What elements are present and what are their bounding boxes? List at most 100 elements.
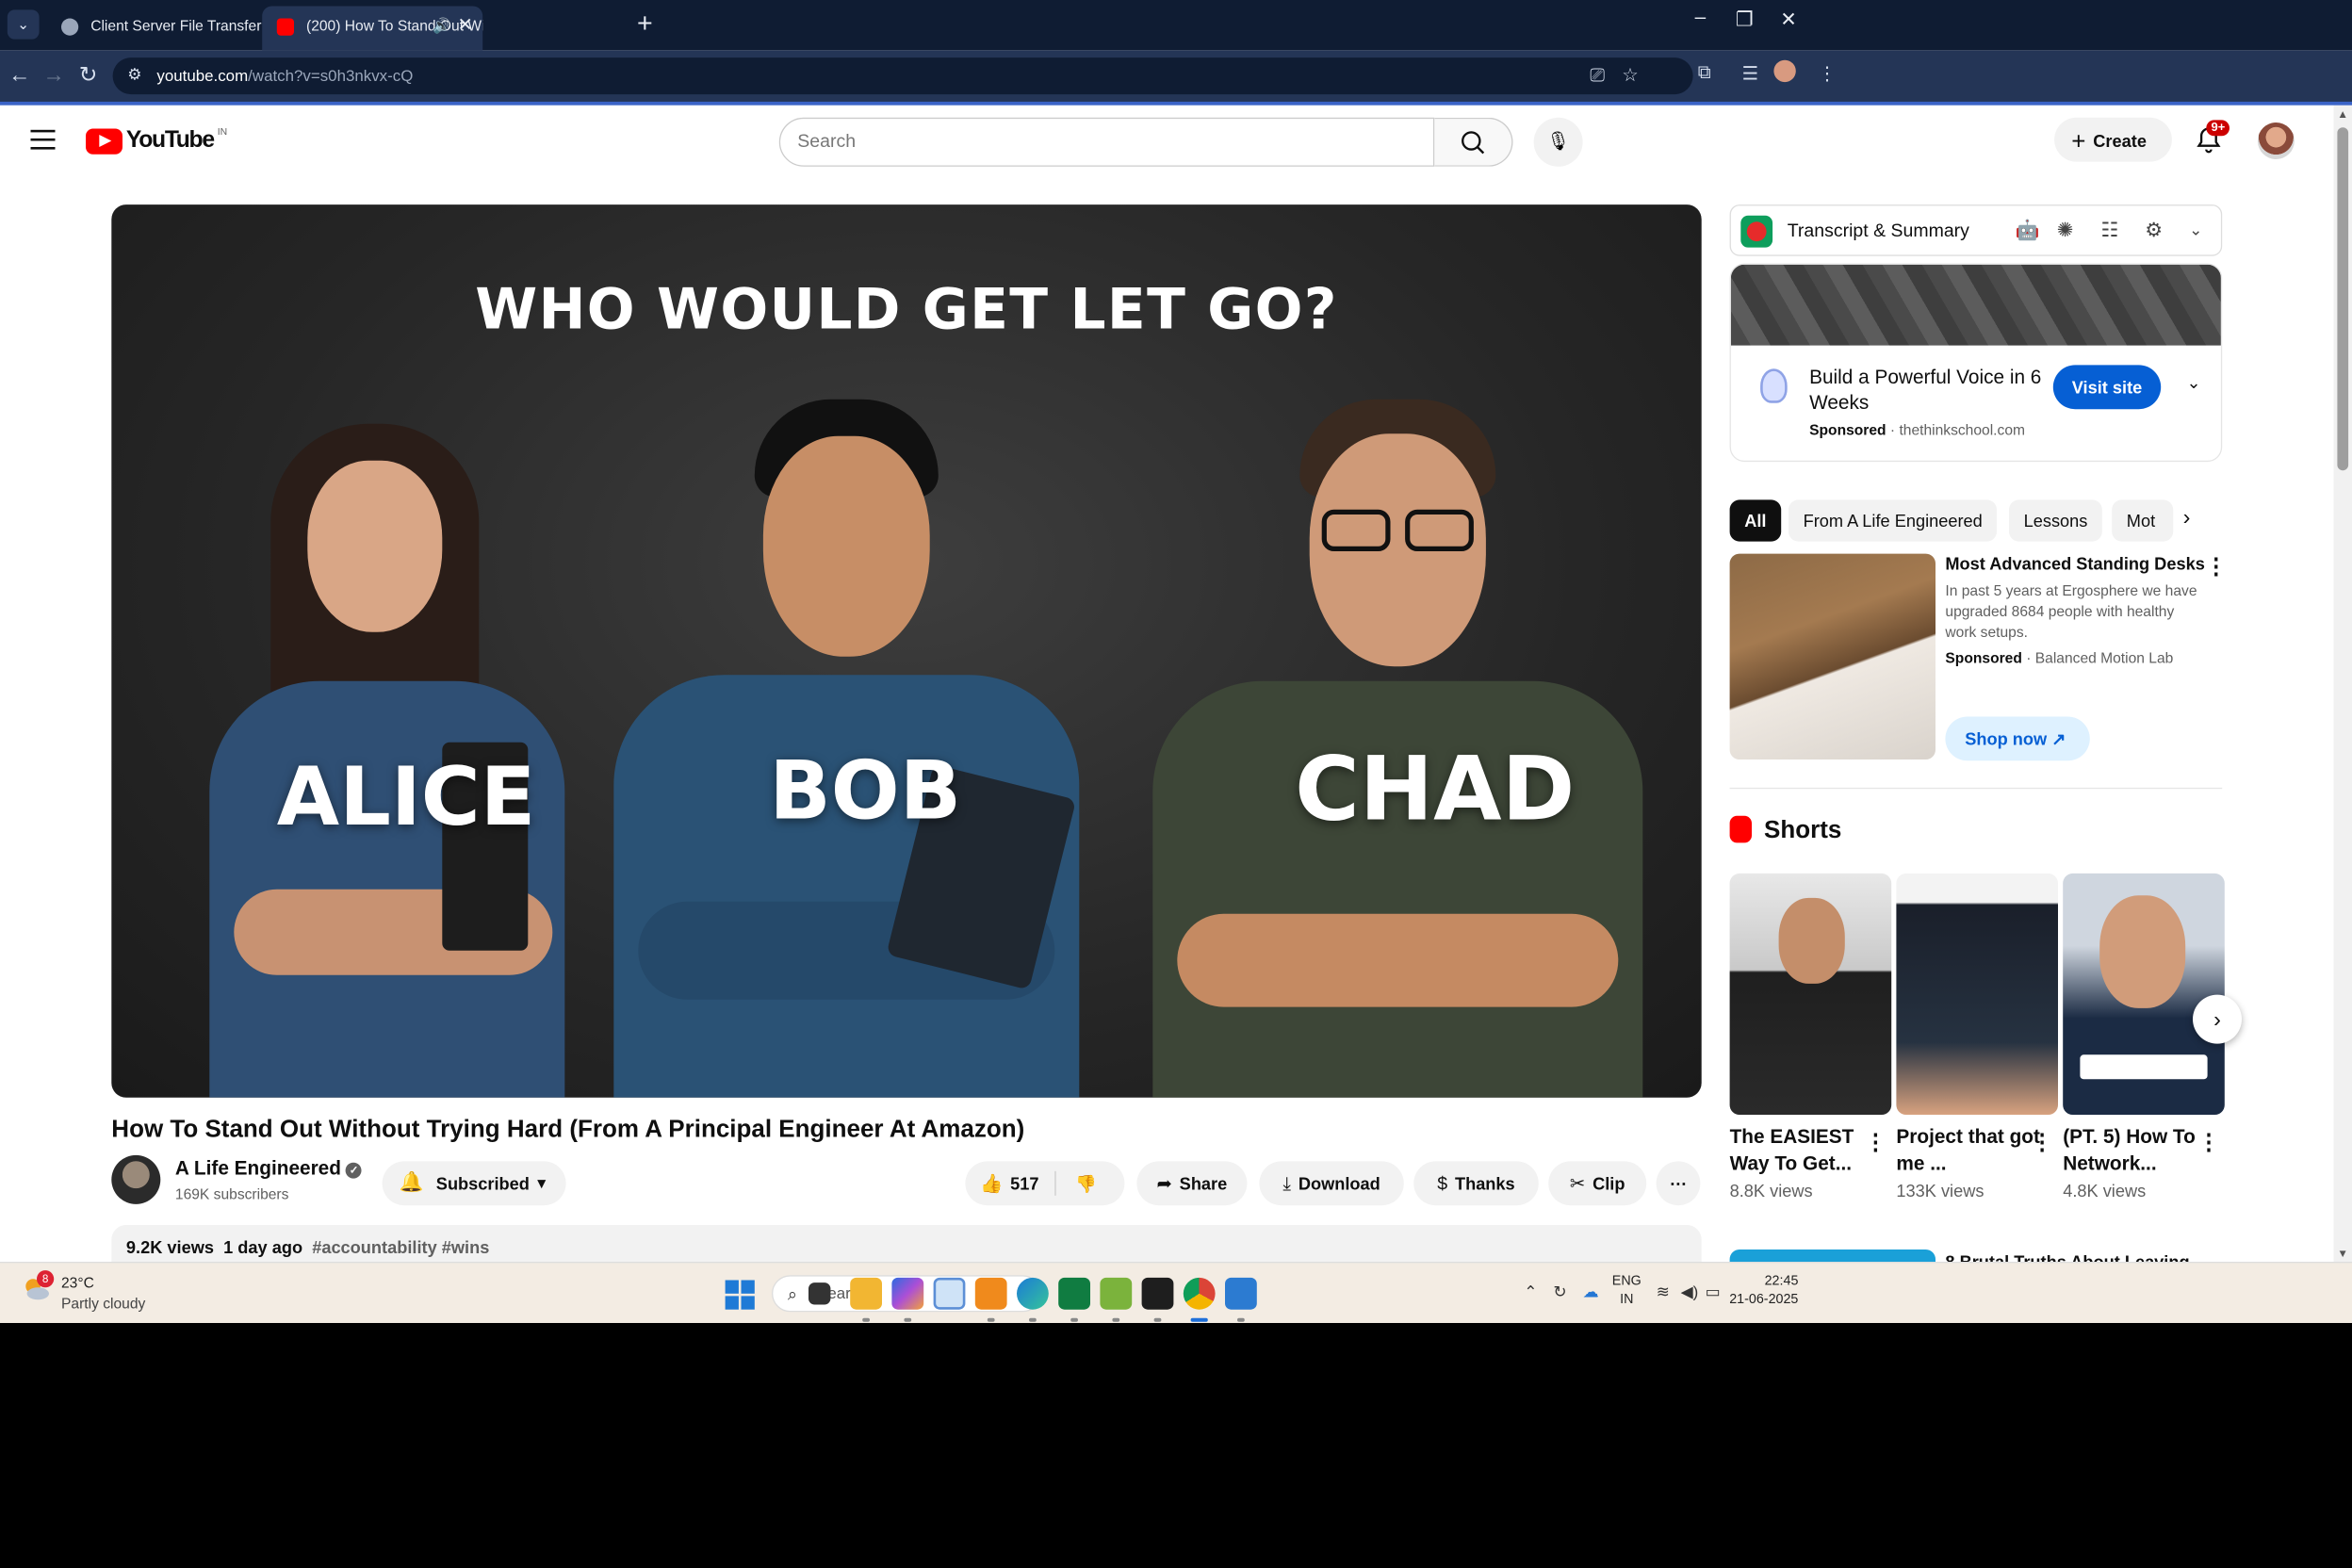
extensions-icon[interactable]: ⧉ xyxy=(1698,62,1711,83)
sponsored-ad-card[interactable]: Build a Powerful Voice in 6 Weeks Sponso… xyxy=(1729,263,2223,463)
minimize-button[interactable]: – xyxy=(1675,8,1724,29)
short-title-2[interactable]: Project that got me ... xyxy=(1896,1124,2043,1178)
thanks-button[interactable]: $ Thanks xyxy=(1413,1161,1539,1206)
address-bar[interactable]: ⚙ youtube.com/watch?v=s0h3nkvx-cQ ⎚ ☆ xyxy=(112,57,1693,95)
scroll-up-icon[interactable]: ▲ xyxy=(2337,107,2348,120)
clip-button[interactable]: ✂ Clip xyxy=(1548,1161,1647,1206)
install-icon[interactable]: ⎚ xyxy=(1590,65,1605,86)
menu-kebab-icon[interactable]: ⋮ xyxy=(1818,62,1837,85)
file-explorer-icon[interactable] xyxy=(850,1277,882,1310)
search-button[interactable] xyxy=(1434,117,1513,167)
chatgpt-icon[interactable]: ✺ xyxy=(2057,218,2073,242)
new-tab-button[interactable]: + xyxy=(637,8,653,40)
dislike-button[interactable]: 👎 xyxy=(1075,1161,1097,1205)
more-vertical-icon[interactable]: ⋮ xyxy=(2197,1130,2219,1155)
search-input[interactable]: Search xyxy=(778,117,1435,167)
more-vertical-icon[interactable]: ⋮ xyxy=(1865,1130,1886,1155)
excel-icon[interactable] xyxy=(1058,1277,1090,1310)
visit-site-button[interactable]: Visit site xyxy=(2052,365,2162,410)
reload-icon[interactable]: ↻ xyxy=(74,62,103,88)
chrome-icon[interactable] xyxy=(1183,1277,1216,1310)
more-vertical-icon[interactable]: ⋮ xyxy=(2031,1130,2052,1155)
scroll-down-icon[interactable]: ▼ xyxy=(2337,1247,2348,1259)
copilot-icon[interactable] xyxy=(891,1277,924,1310)
short-title-3[interactable]: (PT. 5) How To Network... xyxy=(2063,1124,2210,1178)
settings-gear-icon[interactable]: ⚙ xyxy=(2145,218,2163,242)
ad-title[interactable]: Build a Powerful Voice in 6 Weeks xyxy=(1809,365,2042,416)
standing-desk-ad[interactable]: Most Advanced Standing Desks In past 5 y… xyxy=(1729,553,2227,762)
speaker-icon[interactable]: 🔊 xyxy=(433,7,450,46)
shop-now-button[interactable]: Shop now ↗ xyxy=(1945,716,2090,761)
download-button[interactable]: ⤓ Download xyxy=(1259,1161,1404,1206)
voice-search-button[interactable]: 🎙 xyxy=(1533,117,1583,167)
chart-app-icon[interactable] xyxy=(1100,1277,1133,1310)
tab-title: (200) How To Stand Out Wi xyxy=(306,17,483,35)
chip-all[interactable]: All xyxy=(1729,499,1782,542)
terminal-icon[interactable] xyxy=(1141,1277,1174,1310)
extension-logo-icon xyxy=(1740,215,1773,248)
bookmark-star-icon[interactable]: ☆ xyxy=(1622,64,1638,86)
task-view-icon[interactable] xyxy=(808,1282,831,1305)
tray-overflow-icon[interactable]: ⌃ xyxy=(1524,1282,1537,1302)
youtube-logo[interactable]: YouTube IN xyxy=(86,125,227,155)
ad-banner xyxy=(1730,264,2221,346)
subscribed-button[interactable]: 🔔 Subscribed ▼ xyxy=(382,1161,566,1206)
close-tab-icon[interactable]: ✕ xyxy=(457,7,472,46)
chip-lessons[interactable]: Lessons xyxy=(2009,499,2103,542)
shorts-icon xyxy=(1729,815,1752,843)
language-indicator[interactable]: ENG IN xyxy=(1612,1273,1642,1310)
photos-app-icon[interactable] xyxy=(1225,1277,1257,1310)
like-button[interactable]: 👍 517 xyxy=(980,1173,1038,1194)
chip-from-channel[interactable]: From A Life Engineered xyxy=(1788,499,1998,542)
battery-icon[interactable]: ▭ xyxy=(1706,1282,1721,1302)
transcript-summary-extension[interactable]: Transcript & Summary 🤖 ✺ ☷ ⚙ ⌄ xyxy=(1729,204,2223,256)
tab-search-dropdown[interactable]: ⌄ xyxy=(7,9,40,40)
account-avatar[interactable] xyxy=(2257,122,2295,159)
window-app-icon[interactable] xyxy=(933,1277,966,1310)
chevron-down-icon[interactable]: ⌄ xyxy=(2187,372,2201,393)
close-window-button[interactable]: ✕ xyxy=(1764,8,1813,32)
robot-icon[interactable]: 🤖 xyxy=(2016,218,2040,242)
name-chad: CHAD xyxy=(1295,737,1576,841)
tab-youtube[interactable]: (200) How To Stand Out Wi 🔊 ✕ xyxy=(262,6,483,51)
transcript-icon[interactable]: ☷ xyxy=(2101,218,2119,242)
short-thumbnail-2[interactable] xyxy=(1896,873,2058,1115)
create-button[interactable]: + Create xyxy=(2054,117,2172,162)
short-thumbnail-1[interactable] xyxy=(1729,873,1892,1115)
short-thumbnail-3[interactable] xyxy=(2063,873,2225,1115)
edge-icon[interactable] xyxy=(1017,1277,1049,1310)
short-title-1[interactable]: The EASIEST Way To Get... xyxy=(1730,1124,1877,1178)
channel-avatar[interactable] xyxy=(111,1154,161,1204)
onedrive-icon[interactable]: ☁ xyxy=(1583,1282,1599,1302)
volume-icon[interactable]: ◀) xyxy=(1681,1282,1699,1302)
more-actions-button[interactable]: ⋯ xyxy=(1656,1161,1701,1206)
tray-app-icon[interactable]: ↻ xyxy=(1553,1282,1566,1302)
more-vertical-icon[interactable]: ⋮ xyxy=(2205,554,2227,580)
shorts-next-button[interactable]: › xyxy=(2193,994,2242,1044)
back-icon[interactable]: ← xyxy=(5,62,34,88)
vlc-like-app-icon[interactable] xyxy=(974,1277,1007,1310)
wifi-icon[interactable]: ≋ xyxy=(1657,1282,1670,1302)
share-button[interactable]: ➦ Share xyxy=(1136,1161,1248,1206)
profile-avatar[interactable] xyxy=(1773,59,1796,83)
ad-meta: Sponsored · thethinkschool.com xyxy=(1809,421,2026,439)
chevron-down-icon[interactable]: ⌄ xyxy=(2189,220,2202,240)
channel-name[interactable]: A Life Engineered ✓ xyxy=(175,1159,363,1181)
hashtags[interactable]: #accountability #wins xyxy=(312,1237,489,1257)
restore-button[interactable]: ❐ xyxy=(1720,8,1769,32)
forward-icon[interactable]: → xyxy=(40,62,69,88)
media-icon[interactable]: ☰ xyxy=(1742,62,1758,85)
view-count: 9.2K views xyxy=(125,1237,214,1257)
video-player[interactable]: WHO WOULD GET LET GO? ALICE BOB CHAD xyxy=(111,204,1702,1098)
clock[interactable]: 22:45 21-06-2025 xyxy=(1724,1273,1798,1310)
scrollbar-thumb[interactable] xyxy=(2337,127,2349,471)
windows-start-icon[interactable] xyxy=(725,1280,755,1310)
site-info-icon[interactable]: ⚙ xyxy=(127,65,141,85)
divider xyxy=(1054,1170,1056,1196)
hamburger-menu-icon[interactable] xyxy=(30,129,56,155)
page-scrollbar[interactable]: ▲ ▼ xyxy=(2333,105,2352,1262)
windows-taskbar: 8 23°C Partly cloudy ⌕ Search ⌃ ↻ ☁ ENG IN… xyxy=(0,1262,2352,1323)
chevron-right-icon[interactable]: › xyxy=(2183,505,2191,531)
chip-mot[interactable]: Mot xyxy=(2112,499,2174,542)
weather-description: Partly cloudy xyxy=(61,1295,146,1313)
